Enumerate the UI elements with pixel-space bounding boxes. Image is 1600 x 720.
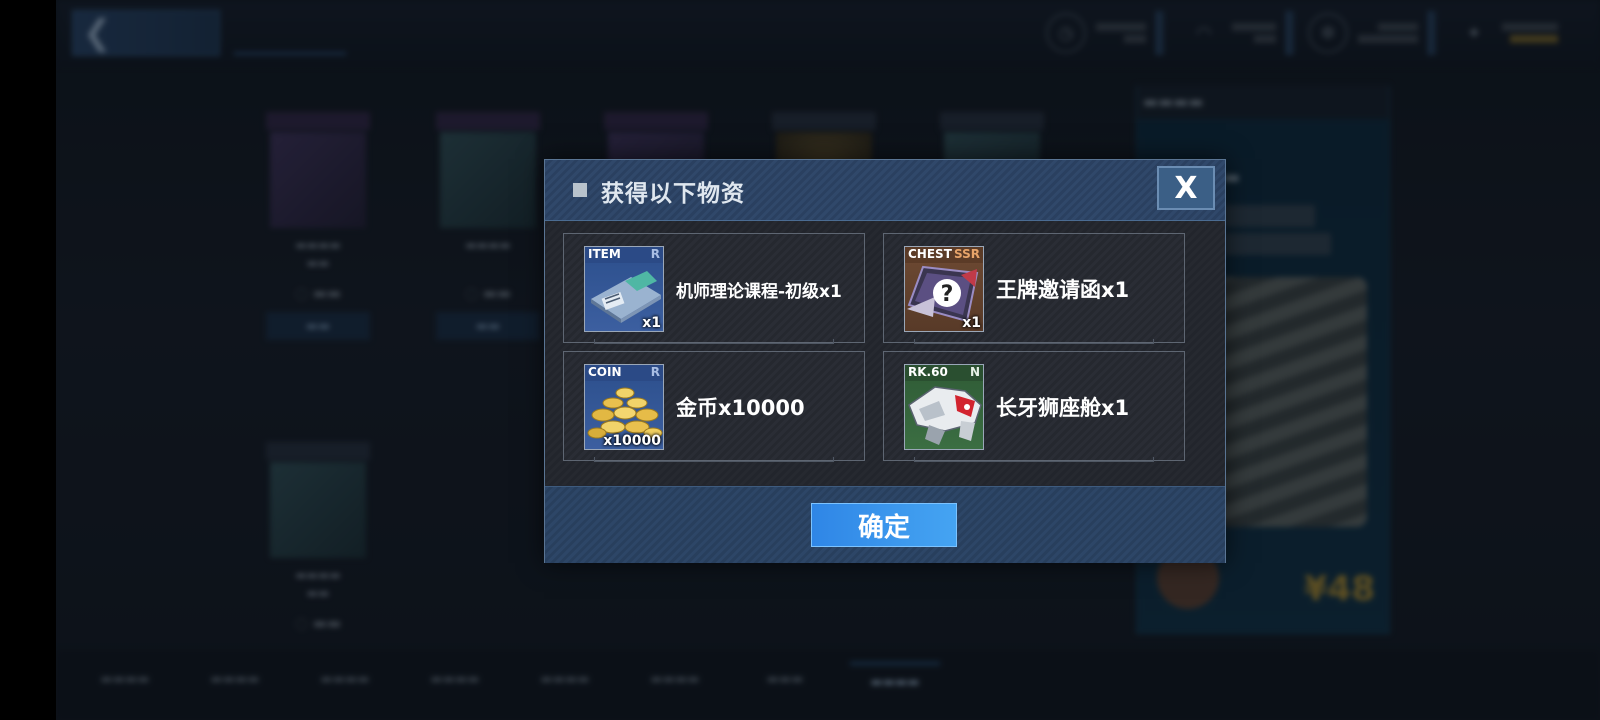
reward-thumbnail: COIN R x10000	[584, 364, 664, 450]
rarity-tag: SSR	[954, 247, 980, 261]
screen: ❮ ◷ ◠ ✲ ✦	[0, 0, 1600, 720]
rarity-tag: N	[969, 365, 980, 379]
reward-name: 机师理论课程-初级x1	[676, 281, 842, 302]
reward-name: 金币x10000	[676, 396, 805, 420]
category-tag: COIN	[588, 365, 622, 379]
reward-thumbnail: CHEST SSR ? x1	[904, 246, 984, 332]
close-button[interactable]: X	[1157, 166, 1215, 210]
item-count: x1	[642, 315, 661, 331]
reward-item-coins[interactable]: COIN R x10000 金币x10000	[563, 351, 865, 462]
category-tag: RK.60	[908, 365, 948, 379]
category-tag: ITEM	[588, 247, 621, 261]
item-count: x10000	[603, 433, 661, 449]
game-viewport: ❮ ◷ ◠ ✲ ✦	[56, 0, 1600, 720]
reward-item-invitation[interactable]: CHEST SSR ? x1 王牌邀请函x1	[883, 233, 1185, 344]
confirm-button[interactable]: 确定	[811, 503, 957, 547]
reward-item-course[interactable]: ITEM R x1 机师理论课程-初级x1	[563, 233, 865, 344]
title-square-icon	[573, 183, 587, 197]
rarity-tag: R	[650, 365, 660, 379]
svg-text:?: ?	[941, 282, 954, 307]
reward-dialog: 获得以下物资 X ITEM R x1 机师理论课程-初级x1 CHEST SSR…	[544, 159, 1226, 563]
item-count: x1	[962, 315, 981, 331]
reward-thumbnail: RK.60 N	[904, 364, 984, 450]
reward-item-cockpit[interactable]: RK.60 N 长牙狮座舱x1	[883, 351, 1185, 462]
dialog-footer: 确定	[545, 486, 1225, 563]
dialog-header: 获得以下物资 X	[545, 160, 1225, 221]
dialog-title: 获得以下物资	[601, 181, 745, 207]
category-tag: CHEST	[908, 247, 952, 261]
reward-thumbnail: ITEM R x1	[584, 246, 664, 332]
reward-name: 长牙狮座舱x1	[996, 396, 1130, 420]
rarity-tag: R	[650, 247, 660, 261]
reward-name: 王牌邀请函x1	[996, 278, 1130, 302]
reward-list: ITEM R x1 机师理论课程-初级x1 CHEST SSR ? x1 王牌邀…	[545, 221, 1225, 485]
